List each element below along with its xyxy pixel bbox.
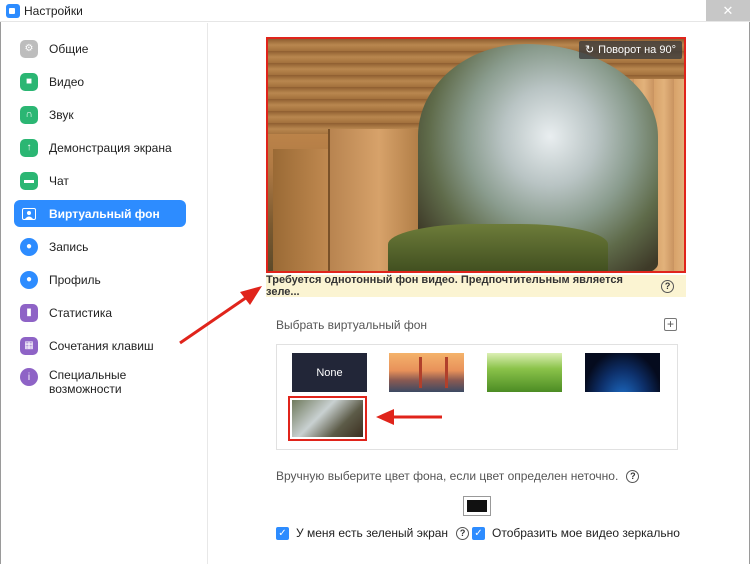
green-screen-label: У меня есть зеленый экран — [296, 526, 449, 540]
help-icon[interactable]: ? — [456, 526, 470, 540]
sidebar-item-label: Чат — [49, 173, 69, 188]
record-icon: ● — [20, 237, 38, 256]
virtual-background-icon — [20, 205, 38, 223]
settings-sidebar: ⚙ Общие ■ Видео ∩ Звук ↑ Демонстрация эк… — [1, 23, 208, 564]
sidebar-item-virtual-background[interactable]: Виртуальный фон — [14, 200, 186, 227]
sidebar-item-statistics[interactable]: ▮ Статистика — [14, 299, 186, 326]
sidebar-item-label: Демонстрация экрана — [49, 140, 172, 155]
sidebar-item-label: Специальные возможности — [49, 368, 127, 396]
preview-foreground — [388, 224, 608, 271]
rotate-icon: ↻ — [584, 44, 595, 56]
background-custom-thumb-selected[interactable] — [288, 396, 367, 441]
custom-thumb-image — [292, 400, 363, 437]
chat-icon: ▬ — [20, 171, 38, 190]
profile-icon: ● — [20, 270, 38, 289]
sidebar-item-label: Видео — [49, 74, 85, 89]
sidebar-item-audio[interactable]: ∩ Звук — [14, 101, 186, 128]
help-icon[interactable]: ? — [661, 279, 674, 293]
sidebar-item-label: Сочетания клавиш — [49, 338, 154, 353]
background-color-picker[interactable] — [463, 496, 491, 516]
background-grass-thumb[interactable] — [487, 353, 562, 392]
mirror-video-option[interactable]: ✓ Отобразить мое видео зеркально — [472, 526, 680, 540]
background-gallery: None — [276, 344, 678, 450]
sidebar-item-label: Статистика — [49, 305, 113, 320]
sidebar-item-keyboard-shortcuts[interactable]: ▦ Сочетания клавиш — [14, 332, 186, 359]
sidebar-item-accessibility[interactable]: i Специальные возможности — [14, 365, 186, 397]
sidebar-item-label: Виртуальный фон — [49, 206, 160, 221]
green-screen-option[interactable]: ✓ У меня есть зеленый экран ? — [276, 526, 470, 540]
choose-background-label: Выбрать виртуальный фон — [276, 318, 428, 332]
green-screen-notice: Требуется однотонный фон видео. Предпочт… — [266, 274, 686, 298]
preview-door-left — [273, 149, 328, 271]
sidebar-item-recording[interactable]: ● Запись — [14, 233, 186, 260]
sidebar-item-label: Запись — [49, 239, 89, 254]
sidebar-item-video[interactable]: ■ Видео — [14, 68, 186, 95]
sidebar-item-label: Общие — [49, 41, 89, 56]
zoom-app-icon — [6, 4, 20, 18]
video-preview: ↻ Поворот на 90° — [266, 37, 686, 273]
green-screen-checkbox[interactable]: ✓ — [276, 526, 289, 540]
sidebar-item-label: Звук — [49, 107, 74, 122]
notice-text: Требуется однотонный фон видео. Предпочт… — [266, 274, 623, 298]
mirror-video-label: Отобразить мое видео зеркально — [492, 526, 680, 540]
keyboard-icon: ▦ — [20, 336, 38, 355]
headphones-icon: ∩ — [20, 105, 38, 124]
sidebar-item-share-screen[interactable]: ↑ Демонстрация экрана — [14, 134, 186, 161]
help-icon[interactable]: ? — [626, 469, 640, 483]
gear-icon: ⚙ — [20, 39, 38, 58]
close-window-button[interactable]: ✕ — [706, 0, 750, 21]
video-icon: ■ — [20, 72, 38, 91]
sidebar-item-profile[interactable]: ● Профиль — [14, 266, 186, 293]
rotate-label: Поворот на 90° — [598, 44, 676, 56]
share-screen-icon: ↑ — [20, 138, 38, 157]
sidebar-item-chat[interactable]: ▬ Чат — [14, 167, 186, 194]
background-none-label: None — [316, 366, 343, 379]
sidebar-item-general[interactable]: ⚙ Общие — [14, 35, 186, 62]
statistics-icon: ▮ — [20, 303, 38, 322]
add-background-button[interactable]: + — [664, 318, 677, 331]
manual-color-label: Вручную выберите цвет фона, если цвет оп… — [276, 469, 640, 483]
mirror-video-checkbox[interactable]: ✓ — [472, 526, 485, 540]
title-bar: Настройки ✕ — [0, 0, 750, 22]
color-swatch-fill — [467, 500, 487, 512]
rotate-90-button[interactable]: ↻ Поворот на 90° — [578, 41, 682, 59]
background-earth-thumb[interactable] — [585, 353, 660, 392]
sidebar-item-label: Профиль — [49, 272, 101, 287]
background-none-thumb[interactable]: None — [292, 353, 367, 392]
window-title: Настройки — [24, 4, 83, 18]
background-bridge-thumb[interactable] — [389, 353, 464, 392]
accessibility-icon: i — [20, 368, 38, 386]
manual-color-text: Вручную выберите цвет фона, если цвет оп… — [276, 469, 619, 483]
